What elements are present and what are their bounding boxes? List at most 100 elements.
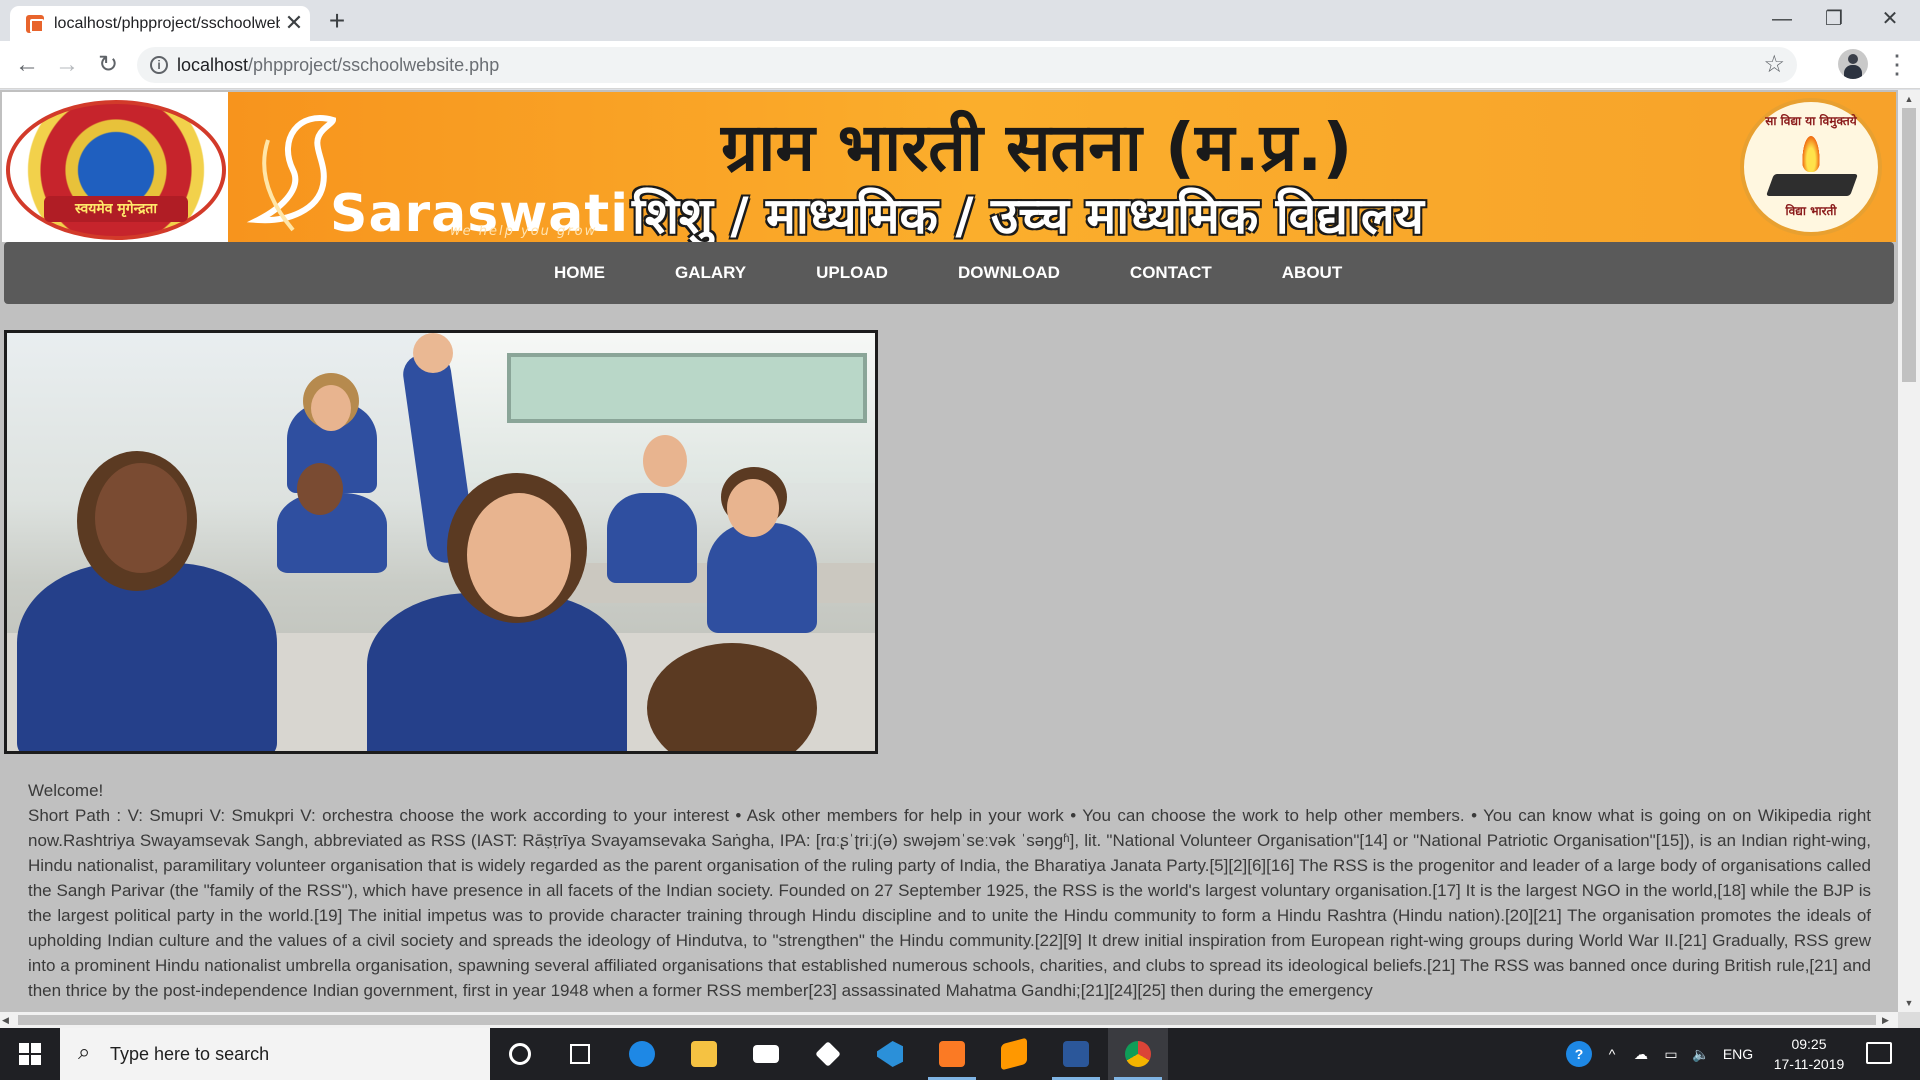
chrome-logo-icon	[1125, 1041, 1151, 1067]
word-logo-icon	[1063, 1041, 1089, 1067]
url-path: /phpproject/sschoolwebsite.php	[248, 55, 500, 75]
horizontal-scroll-thumb[interactable]	[18, 1015, 1876, 1025]
close-tab-icon[interactable]: ✕	[282, 11, 306, 35]
forward-button[interactable]: →	[50, 48, 84, 82]
folder-icon	[691, 1041, 717, 1067]
system-clock[interactable]: 09:25 17-11-2019	[1766, 1034, 1852, 1074]
photo-raised-hand	[413, 333, 453, 373]
logo-org-name: विद्या भारती	[1785, 204, 1837, 218]
book-icon	[1765, 174, 1859, 196]
xampp-icon[interactable]	[922, 1028, 982, 1080]
vscode-logo-icon	[877, 1041, 903, 1067]
photo-student-face	[727, 479, 779, 537]
envelope-icon	[753, 1045, 779, 1063]
nav-contact[interactable]: CONTACT	[1095, 242, 1247, 304]
edge-logo-icon	[629, 1041, 655, 1067]
edge-browser-icon[interactable]	[612, 1028, 672, 1080]
nav-about[interactable]: ABOUT	[1247, 242, 1377, 304]
nav-download[interactable]: DOWNLOAD	[923, 242, 1095, 304]
network-cloud-icon[interactable]: ☁	[1626, 1028, 1656, 1080]
nav-home[interactable]: HOME	[519, 242, 640, 304]
logo-motto: सा विद्या या विमुक्तये	[1765, 114, 1857, 128]
tab-strip: localhost/phpproject/sschoolwebsite.php …	[0, 0, 1920, 41]
browser-toolbar: ← → ↻ i localhost/phpproject/sschoolwebs…	[0, 41, 1920, 89]
site-info-icon[interactable]: i	[150, 56, 168, 74]
search-placeholder: Type here to search	[110, 1044, 270, 1064]
photo-student-face	[95, 463, 187, 573]
welcome-heading: Welcome!	[28, 781, 104, 800]
scroll-down-icon[interactable]: ▼	[1898, 996, 1920, 1010]
scroll-left-icon[interactable]: ◀	[2, 1012, 16, 1028]
scroll-corner	[1898, 1012, 1920, 1028]
article-text: Welcome! Short Path : V: Smupri V: Smukp…	[28, 778, 1871, 1003]
xampp-favicon-icon	[26, 15, 44, 33]
dropbox-icon[interactable]	[798, 1028, 858, 1080]
sublime-logo-icon	[1001, 1037, 1027, 1071]
vertical-scrollbar[interactable]: ▲ ▼	[1898, 90, 1920, 1012]
browser-tab[interactable]: localhost/phpproject/sschoolwebsite.php …	[10, 6, 310, 41]
vidya-bharati-logo: सा विद्या या विमुक्तये विद्या भारती	[1740, 98, 1882, 236]
address-bar[interactable]: i localhost/phpproject/sschoolwebsite.ph…	[137, 47, 1797, 83]
minimize-button[interactable]: —	[1760, 4, 1804, 34]
photo-student-face	[311, 385, 351, 431]
school-title: ग्राम भारती सतना (म.प्र.)	[721, 109, 1353, 186]
classroom-photo	[4, 330, 878, 754]
school-subtitle: शिशु / माध्यमिक / उच्च माध्यमिक विद्यालय	[632, 187, 1424, 245]
nav-upload[interactable]: UPLOAD	[781, 242, 923, 304]
banner-band: Saraswati we help you grow ग्राम भारती स…	[228, 92, 1896, 245]
emblem-ribbon-text: स्वयमेव मृगेन्द्रता	[44, 196, 188, 222]
photo-student	[17, 563, 277, 751]
photo-student-face	[643, 435, 687, 487]
bookmark-star-icon[interactable]: ☆	[1763, 50, 1785, 79]
task-view-glyph-icon	[570, 1044, 590, 1064]
visual-studio-code-icon[interactable]	[860, 1028, 920, 1080]
language-indicator[interactable]: ENG	[1718, 1028, 1758, 1080]
search-icon: ⌕	[78, 1039, 91, 1064]
clock-date: 17-11-2019	[1773, 1056, 1845, 1072]
help-glyph-icon: ?	[1566, 1041, 1592, 1067]
restore-button[interactable]: ❐	[1812, 4, 1856, 34]
main-nav: HOME GALARY UPLOAD DOWNLOAD CONTACT ABOU…	[4, 242, 1894, 304]
windows-start-icon[interactable]	[0, 1028, 60, 1080]
dropbox-logo-icon	[815, 1041, 841, 1067]
chrome-icon[interactable]	[1108, 1028, 1168, 1080]
site-banner: स्वयमेव मृगेन्द्रता Saraswati we help yo…	[2, 92, 1896, 245]
tab-title: localhost/phpproject/sschoolwebsite.php	[54, 15, 280, 32]
back-button[interactable]: ←	[10, 48, 44, 82]
word-icon[interactable]	[1046, 1028, 1106, 1080]
photo-student	[707, 523, 817, 633]
show-hidden-icons-chevron-icon[interactable]: ^	[1600, 1028, 1624, 1080]
horizontal-scrollbar[interactable]: ◀ ▶	[0, 1012, 1898, 1028]
cortana-circle-icon	[509, 1043, 531, 1065]
brand-tagline: we help you grow	[450, 224, 598, 239]
task-view-icon[interactable]	[550, 1028, 610, 1080]
browser-menu-icon[interactable]: ⋮	[1884, 49, 1910, 79]
lamp-flame-icon	[1801, 132, 1821, 172]
taskbar-search-box[interactable]: ⌕ Type here to search	[60, 1028, 490, 1080]
photo-student	[607, 493, 697, 583]
profile-avatar-icon[interactable]	[1838, 49, 1868, 79]
vertical-scroll-thumb[interactable]	[1902, 108, 1916, 382]
volume-icon[interactable]: 🔈	[1686, 1028, 1716, 1080]
mail-icon[interactable]	[736, 1028, 796, 1080]
reload-button[interactable]: ↻	[91, 48, 125, 82]
school-emblem-logo: स्वयमेव मृगेन्द्रता	[6, 100, 226, 240]
battery-icon[interactable]: ▭	[1656, 1028, 1686, 1080]
cortana-icon[interactable]	[490, 1028, 550, 1080]
nav-galary[interactable]: GALARY	[640, 242, 781, 304]
page-viewport: स्वयमेव मृगेन्द्रता Saraswati we help yo…	[0, 90, 1920, 1028]
photo-student-face	[467, 493, 571, 617]
windows-taskbar: ⌕ Type here to search ? ^ ☁ ▭ 🔈 ENG 09:2…	[0, 1028, 1920, 1080]
window-close-button[interactable]: ✕	[1868, 4, 1912, 34]
url-host: localhost	[177, 55, 249, 75]
sublime-text-icon[interactable]	[984, 1028, 1044, 1080]
file-explorer-icon[interactable]	[674, 1028, 734, 1080]
scroll-right-icon[interactable]: ▶	[1882, 1012, 1896, 1028]
scroll-up-icon[interactable]: ▲	[1898, 92, 1920, 106]
action-center-icon[interactable]	[1866, 1042, 1892, 1064]
article-body: Short Path : V: Smupri V: Smukpri V: orc…	[28, 806, 1871, 1000]
new-tab-button[interactable]: +	[322, 6, 352, 36]
xampp-logo-icon	[939, 1041, 965, 1067]
url-text[interactable]: localhost/phpproject/sschoolwebsite.php	[177, 55, 499, 76]
help-icon[interactable]: ?	[1562, 1028, 1596, 1080]
